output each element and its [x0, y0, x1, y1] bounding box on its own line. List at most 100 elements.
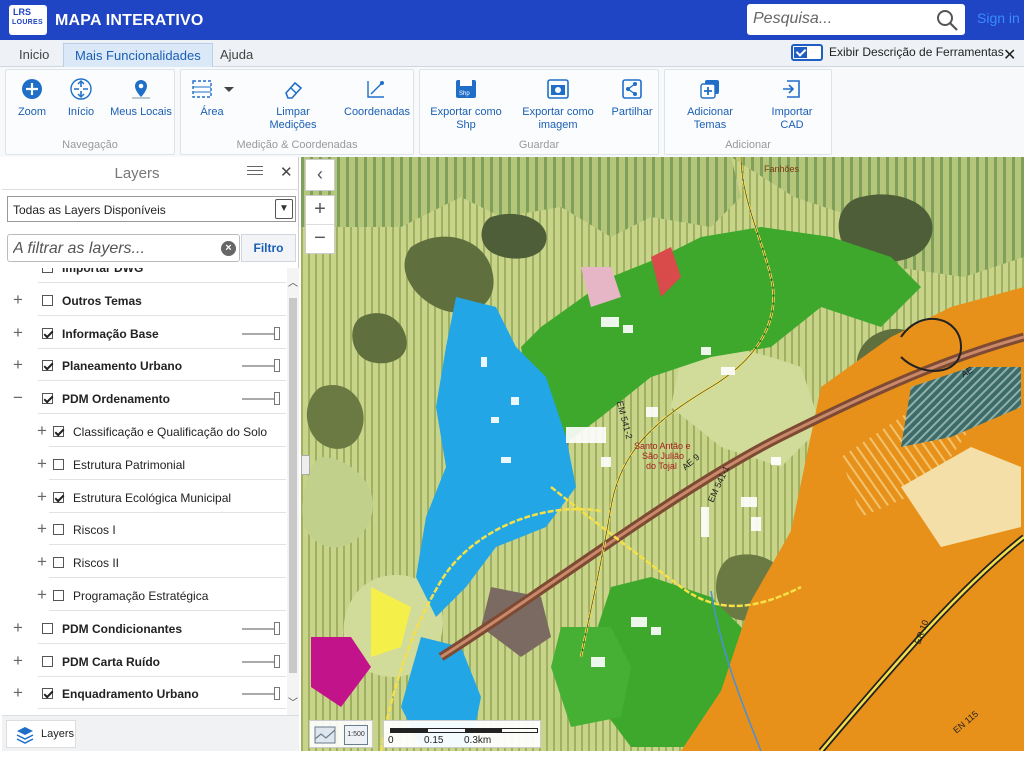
- layer-row[interactable]: + Programação Estratégica: [2, 579, 286, 611]
- inicio-button[interactable]: Início: [61, 78, 101, 119]
- scroll-down-icon[interactable]: ﹀: [288, 694, 298, 709]
- scale-tick-015: 0.15: [424, 735, 444, 746]
- expand-icon[interactable]: +: [35, 585, 49, 605]
- scrollbar-thumb[interactable]: [289, 298, 297, 673]
- layer-opacity-slider[interactable]: [242, 621, 280, 635]
- map-tools: 1:500: [309, 720, 373, 748]
- layer-row[interactable]: + Enquadramento Urbano: [2, 677, 286, 710]
- area-button[interactable]: Área: [187, 78, 237, 119]
- share-icon: [622, 79, 642, 99]
- layer-row[interactable]: − PDM Ordenamento: [2, 382, 286, 415]
- scale-ratio-button[interactable]: 1:500: [344, 725, 368, 745]
- layer-source-value: Todas as Layers Disponíveis: [13, 203, 166, 217]
- clear-icon[interactable]: ×: [221, 241, 236, 256]
- layer-visibility-checkbox[interactable]: [53, 491, 64, 503]
- search-input[interactable]: [753, 8, 933, 30]
- partilhar-button[interactable]: Partilhar: [609, 78, 655, 119]
- filter-button[interactable]: Filtro: [241, 234, 296, 262]
- panel-resize-handle[interactable]: [301, 455, 310, 475]
- zoom-button[interactable]: Zoom: [14, 78, 50, 119]
- close-icon[interactable]: ✕: [1003, 45, 1016, 65]
- layer-visibility-checkbox[interactable]: [42, 622, 53, 634]
- map-view[interactable]: Fanhões Santo Antão e São Julião do Toja…: [301, 157, 1024, 751]
- layer-visibility-checkbox[interactable]: [53, 590, 64, 601]
- scroll-up-icon[interactable]: ︿: [288, 274, 298, 289]
- overview-map-icon[interactable]: [314, 724, 336, 746]
- expand-icon[interactable]: +: [35, 487, 49, 507]
- layer-filter-input[interactable]: [13, 239, 213, 259]
- importar-cad-button[interactable]: Importar CAD: [759, 78, 825, 132]
- collapse-icon[interactable]: −: [11, 388, 25, 408]
- tab-inicio[interactable]: Inicio: [8, 43, 60, 67]
- meus-locais-button[interactable]: Meus Locais: [110, 78, 172, 119]
- layer-opacity-slider[interactable]: [242, 359, 280, 373]
- zoom-out-button[interactable]: −: [306, 225, 334, 254]
- tool-description-checkbox[interactable]: [791, 44, 823, 61]
- layer-row[interactable]: + Planeamento Urbano: [2, 349, 286, 382]
- layer-visibility-checkbox[interactable]: [53, 524, 64, 536]
- scale-bar: 0 0.15 0.3km: [383, 720, 541, 748]
- expand-icon[interactable]: +: [11, 355, 25, 375]
- layer-opacity-slider[interactable]: [242, 654, 280, 668]
- expand-icon[interactable]: +: [11, 323, 25, 343]
- area-label: Área: [200, 106, 224, 118]
- expand-icon[interactable]: +: [11, 651, 25, 671]
- layer-visibility-checkbox[interactable]: [42, 655, 53, 667]
- layer-visibility-checkbox[interactable]: [42, 268, 53, 273]
- layers-panel: Layers ✕ Todas as Layers Disponíveis ▼ ×…: [2, 157, 299, 751]
- search-box: [747, 4, 965, 35]
- layer-row[interactable]: + Classificação e Qualificação do Solo: [2, 415, 286, 447]
- search-icon[interactable]: [936, 9, 958, 31]
- layer-row[interactable]: + Outros Temas: [2, 284, 286, 316]
- layer-row[interactable]: Importar DWG: [2, 268, 286, 283]
- layer-row[interactable]: + PDM Condicionantes: [2, 612, 286, 644]
- layer-visibility-checkbox[interactable]: [53, 426, 64, 437]
- layer-visibility-checkbox[interactable]: [53, 458, 64, 470]
- layer-row[interactable]: + Informação Base: [2, 317, 286, 349]
- sign-in-link[interactable]: Sign in: [977, 10, 1020, 26]
- expand-icon[interactable]: +: [35, 454, 49, 474]
- layer-opacity-slider[interactable]: [242, 392, 280, 406]
- layer-row[interactable]: + Estrutura Ecológica Municipal: [2, 481, 286, 513]
- layer-label: Informação Base: [62, 326, 159, 341]
- app-title: MAPA INTERATIVO: [55, 12, 204, 29]
- tab-ajuda[interactable]: Ajuda: [209, 43, 264, 67]
- layer-label: PDM Carta Ruído: [62, 654, 161, 669]
- expand-icon[interactable]: +: [11, 683, 25, 703]
- exportar-imagem-line1: Exportar como: [522, 106, 594, 118]
- exportar-imagem-button[interactable]: Exportar como imagem: [520, 78, 596, 132]
- expand-icon[interactable]: +: [11, 618, 25, 638]
- layers-footer-tab[interactable]: Layers: [6, 720, 76, 748]
- adicionar-temas-button[interactable]: Adicionar Temas: [671, 78, 749, 132]
- collapse-panel-button[interactable]: ‹: [305, 159, 335, 191]
- layer-tree-scrollbar[interactable]: ︿ ﹀: [287, 268, 299, 715]
- chevron-down-icon[interactable]: ▼: [275, 199, 293, 219]
- coordenadas-button[interactable]: Coordenadas: [344, 78, 410, 119]
- tab-mais-funcionalidades[interactable]: Mais Funcionalidades: [63, 43, 213, 67]
- expand-icon[interactable]: +: [35, 421, 49, 441]
- exportar-shp-button[interactable]: Shp Exportar como Shp: [428, 78, 504, 132]
- layer-row[interactable]: + Estrutura Patrimonial: [2, 448, 286, 480]
- layer-opacity-slider[interactable]: [242, 326, 280, 340]
- loures-logo[interactable]: LRS LOURES: [9, 5, 47, 35]
- layer-row[interactable]: + Riscos I: [2, 513, 286, 546]
- layer-visibility-checkbox[interactable]: [42, 294, 53, 306]
- expand-icon[interactable]: +: [11, 290, 25, 310]
- zoom-in-button[interactable]: +: [306, 196, 334, 225]
- layer-visibility-checkbox[interactable]: [53, 557, 64, 569]
- layer-row[interactable]: + PDM Carta Ruído: [2, 645, 286, 677]
- list-menu-icon[interactable]: [247, 166, 263, 178]
- expand-icon[interactable]: +: [35, 552, 49, 572]
- layer-filter-box: ×: [7, 234, 240, 262]
- expand-icon[interactable]: +: [35, 519, 49, 539]
- layer-visibility-checkbox[interactable]: [42, 393, 53, 405]
- layer-visibility-checkbox[interactable]: [42, 688, 53, 700]
- close-icon[interactable]: ✕: [280, 163, 293, 181]
- layer-row[interactable]: + Riscos II: [2, 546, 286, 579]
- layer-visibility-checkbox[interactable]: [42, 360, 53, 372]
- layer-source-select[interactable]: Todas as Layers Disponíveis ▼: [7, 196, 296, 222]
- layer-opacity-slider[interactable]: [242, 687, 280, 701]
- limpar-medicoes-button[interactable]: Limpar Medições: [253, 78, 333, 132]
- layer-visibility-checkbox[interactable]: [42, 327, 53, 339]
- partilhar-label: Partilhar: [611, 106, 653, 118]
